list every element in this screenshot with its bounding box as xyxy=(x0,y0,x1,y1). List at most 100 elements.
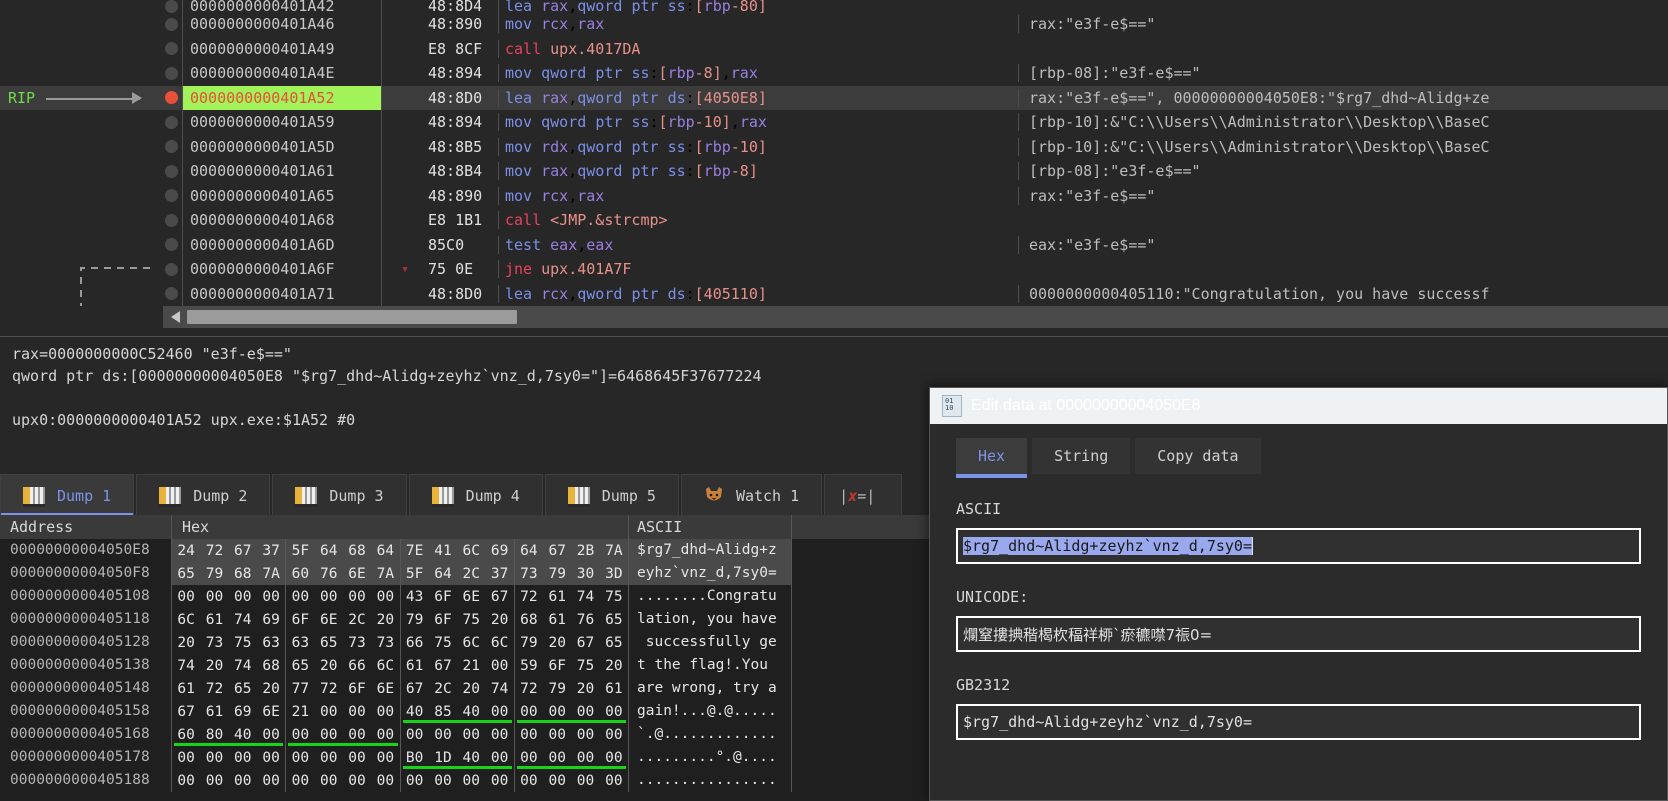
dump-hex-group[interactable]: 6C 61 74 69 xyxy=(172,608,287,631)
disassembly-row[interactable]: 0000000000401A5D 48:8B5 mov rdx,qword ptr … xyxy=(0,134,1668,159)
dump-hex-byte[interactable]: 67 xyxy=(490,589,509,605)
disassembly-address[interactable]: 0000000000401A42 xyxy=(182,0,382,15)
dump-row-address[interactable]: 0000000000405138 xyxy=(0,654,172,677)
dump-hex-byte[interactable]: 00 xyxy=(319,589,338,605)
disassembly-row[interactable]: 0000000000401A49 E8 8CF call upx.4017DA xyxy=(0,36,1668,61)
scroll-left-button[interactable] xyxy=(163,306,187,328)
tab-locals[interactable]: |x=| xyxy=(824,474,903,516)
disassembly-instruction[interactable]: mov rcx,rax xyxy=(498,186,1018,205)
dump-row-hex[interactable]: 00 00 00 00 00 00 00 00 B0 1D 40 00 00 00 00 00 xyxy=(172,746,629,769)
dump-hex-byte[interactable]: 00 xyxy=(433,773,452,789)
dump-hex-byte[interactable]: 40 xyxy=(405,704,424,720)
dump-row[interactable]: 00000000004050F8 65 79 68 7A 60 76 6E 7A 5F 64 2C 37… xyxy=(0,562,930,585)
dump-hex-byte[interactable]: 64 xyxy=(519,543,538,559)
dump-hex-byte[interactable]: 00 xyxy=(376,750,395,766)
dump-hex-byte[interactable]: 67 xyxy=(233,543,252,559)
dump-hex-byte[interactable]: 6C xyxy=(462,635,481,651)
dump-hex-byte[interactable]: 00 xyxy=(205,750,224,766)
dump-hex-group[interactable]: 73 79 30 3D xyxy=(514,562,629,585)
dump-hex-group[interactable]: 61 72 65 20 xyxy=(172,677,287,700)
dump-hex-byte[interactable]: 00 xyxy=(319,727,338,743)
dump-hex-byte[interactable]: 67 xyxy=(405,681,424,697)
disassembly-comment[interactable]: rax:"e3f-e$==" xyxy=(1018,186,1668,205)
dump-hex-byte[interactable]: 20 xyxy=(462,681,481,697)
dump-row-address[interactable]: 0000000000405108 xyxy=(0,585,172,608)
dump-hex-group[interactable]: 63 65 73 73 xyxy=(286,631,401,654)
dump-hex-byte[interactable]: 85 xyxy=(433,704,452,720)
disassembly-instruction[interactable]: mov rax,qword ptr ss:[rbp-8] xyxy=(498,162,1018,181)
dump-row-hex[interactable]: 74 20 74 68 65 20 66 6C 61 67 21 00 59 6F 75 20 xyxy=(172,654,629,677)
dump-row-ascii[interactable]: successfully ge xyxy=(629,631,792,654)
dump-hex-byte[interactable]: 59 xyxy=(519,658,538,674)
disassembly-bytes[interactable]: 48:8B4 xyxy=(428,162,498,180)
breakpoint-toggle[interactable] xyxy=(160,159,182,184)
dump-hex-byte[interactable]: 00 xyxy=(176,589,195,605)
dump-hex-group[interactable]: 5F 64 2C 37 xyxy=(400,562,515,585)
disassembly-pane[interactable]: 0000000000401A42 48:8D4 lea rax,qword ptr … xyxy=(0,0,1668,306)
breakpoint-toggle[interactable] xyxy=(160,282,182,307)
breakpoint-toggle[interactable] xyxy=(160,86,182,111)
dump-header-address[interactable]: Address xyxy=(0,515,172,539)
dump-row-hex[interactable]: 65 79 68 7A 60 76 6E 7A 5F 64 2C 37 73 79 30 3D xyxy=(172,562,629,585)
dump-hex-byte[interactable]: 00 xyxy=(261,773,280,789)
dump-hex-byte[interactable]: 60 xyxy=(176,727,195,743)
dump-hex-byte[interactable]: 00 xyxy=(347,704,366,720)
dump-hex-byte[interactable]: 00 xyxy=(291,589,310,605)
dump-hex-byte[interactable]: 00 xyxy=(604,773,623,789)
dump-hex-group[interactable]: 00 00 00 00 xyxy=(286,585,401,608)
dump-hex-byte[interactable]: 00 xyxy=(233,773,252,789)
dump-row-hex[interactable]: 6C 61 74 69 6F 6E 2C 20 79 6F 75 20 68 61 76 65 xyxy=(172,608,629,631)
dump-hex-byte[interactable]: 00 xyxy=(462,727,481,743)
field-input-ascii[interactable]: $rg7_dhd~Alidg+zeyhz`vnz_d,7sy0= xyxy=(956,528,1641,564)
dump-hex-byte[interactable]: 00 xyxy=(319,773,338,789)
dump-hex-byte[interactable]: 00 xyxy=(347,773,366,789)
disassembly-bytes[interactable]: 48:894 xyxy=(428,64,498,82)
dump-row-hex[interactable]: 61 72 65 20 77 72 6F 6E 67 2C 20 74 72 79 20 61 xyxy=(172,677,629,700)
disassembly-instruction[interactable]: lea rcx,qword ptr ds:[405110] xyxy=(498,284,1018,303)
breakpoint-toggle[interactable] xyxy=(160,0,182,13)
disassembly-comment[interactable]: [rbp-10]:&"C:\\Users\\Administrator\\Des… xyxy=(1018,113,1668,132)
edit-data-dialog[interactable]: 01 10 Edit data at 00000000004050E8 Hex St… xyxy=(929,387,1668,801)
dump-row-ascii[interactable]: .........°.@.... xyxy=(629,746,792,769)
dump-row-address[interactable]: 0000000000405188 xyxy=(0,769,172,792)
dump-hex-byte[interactable]: 00 xyxy=(604,727,623,743)
dump-hex-group[interactable]: 66 75 6C 6C xyxy=(401,631,515,654)
dump-row-hex[interactable]: 20 73 75 63 63 65 73 73 66 75 6C 6C 79 20 67 65 xyxy=(172,631,629,654)
dump-hex-byte[interactable]: 5F xyxy=(405,566,424,582)
dump-row-address[interactable]: 0000000000405168 xyxy=(0,723,172,746)
dump-hex-group[interactable]: 00 00 00 00 xyxy=(172,769,287,792)
dump-hex-byte[interactable]: 61 xyxy=(205,704,224,720)
dump-hex-byte[interactable]: 75 xyxy=(462,612,481,628)
dump-hex-byte[interactable]: 63 xyxy=(261,635,280,651)
dump-hex-byte[interactable]: 00 xyxy=(376,773,395,789)
dump-hex-group[interactable]: 00 00 00 00 xyxy=(515,769,629,792)
dump-hex-group[interactable]: 20 73 75 63 xyxy=(172,631,287,654)
dump-hex-byte[interactable]: 2B xyxy=(576,543,595,559)
dump-hex-byte[interactable]: 61 xyxy=(205,612,224,628)
breakpoint-toggle[interactable] xyxy=(160,208,182,233)
dump-hex-byte[interactable]: 74 xyxy=(576,589,595,605)
disassembly-comment[interactable]: [rbp-08]:"e3f-e$==" xyxy=(1018,64,1668,83)
disassembly-address[interactable]: 0000000000401A68 xyxy=(182,208,382,233)
dump-hex-byte[interactable]: 73 xyxy=(376,635,395,651)
dump-hex-group[interactable]: 67 61 69 6E xyxy=(172,700,287,723)
tab-dump-5[interactable]: Dump 5 xyxy=(544,474,679,516)
dump-hex-byte[interactable]: 6F xyxy=(547,658,566,674)
disassembly-comment[interactable]: 0000000000405110:"Congratulation, you ha… xyxy=(1018,284,1668,303)
dump-hex-group[interactable]: 00 00 00 00 xyxy=(401,769,515,792)
dump-hex-byte[interactable]: 80 xyxy=(205,727,224,743)
disassembly-instruction[interactable]: mov qword ptr ss:[rbp-8],rax xyxy=(498,64,1018,83)
dump-row-hex[interactable]: 00 00 00 00 00 00 00 00 43 6F 6E 67 72 61 74 75 xyxy=(172,585,629,608)
disassembly-instruction[interactable]: jne upx.401A7F xyxy=(498,260,1018,279)
breakpoint-toggle[interactable] xyxy=(160,110,182,135)
dump-hex-byte[interactable]: 00 xyxy=(519,773,538,789)
dump-row-ascii[interactable]: ................ xyxy=(629,769,792,792)
dump-hex-byte[interactable]: 6C xyxy=(176,612,195,628)
disassembly-comment[interactable]: [rbp-10]:&"C:\\Users\\Administrator\\Des… xyxy=(1018,137,1668,156)
dump-hex-byte[interactable]: 41 xyxy=(433,543,452,559)
dump-hex-byte[interactable]: 20 xyxy=(261,681,280,697)
dialog-titlebar[interactable]: 01 10 Edit data at 00000000004050E8 xyxy=(930,388,1667,424)
dump-hex-byte[interactable]: 20 xyxy=(576,681,595,697)
dump-row[interactable]: 00000000004050E8 24 72 67 37 5F 64 68 64 7E 41 6C 69… xyxy=(0,539,930,562)
dump-row-address[interactable]: 00000000004050E8 xyxy=(0,539,172,562)
